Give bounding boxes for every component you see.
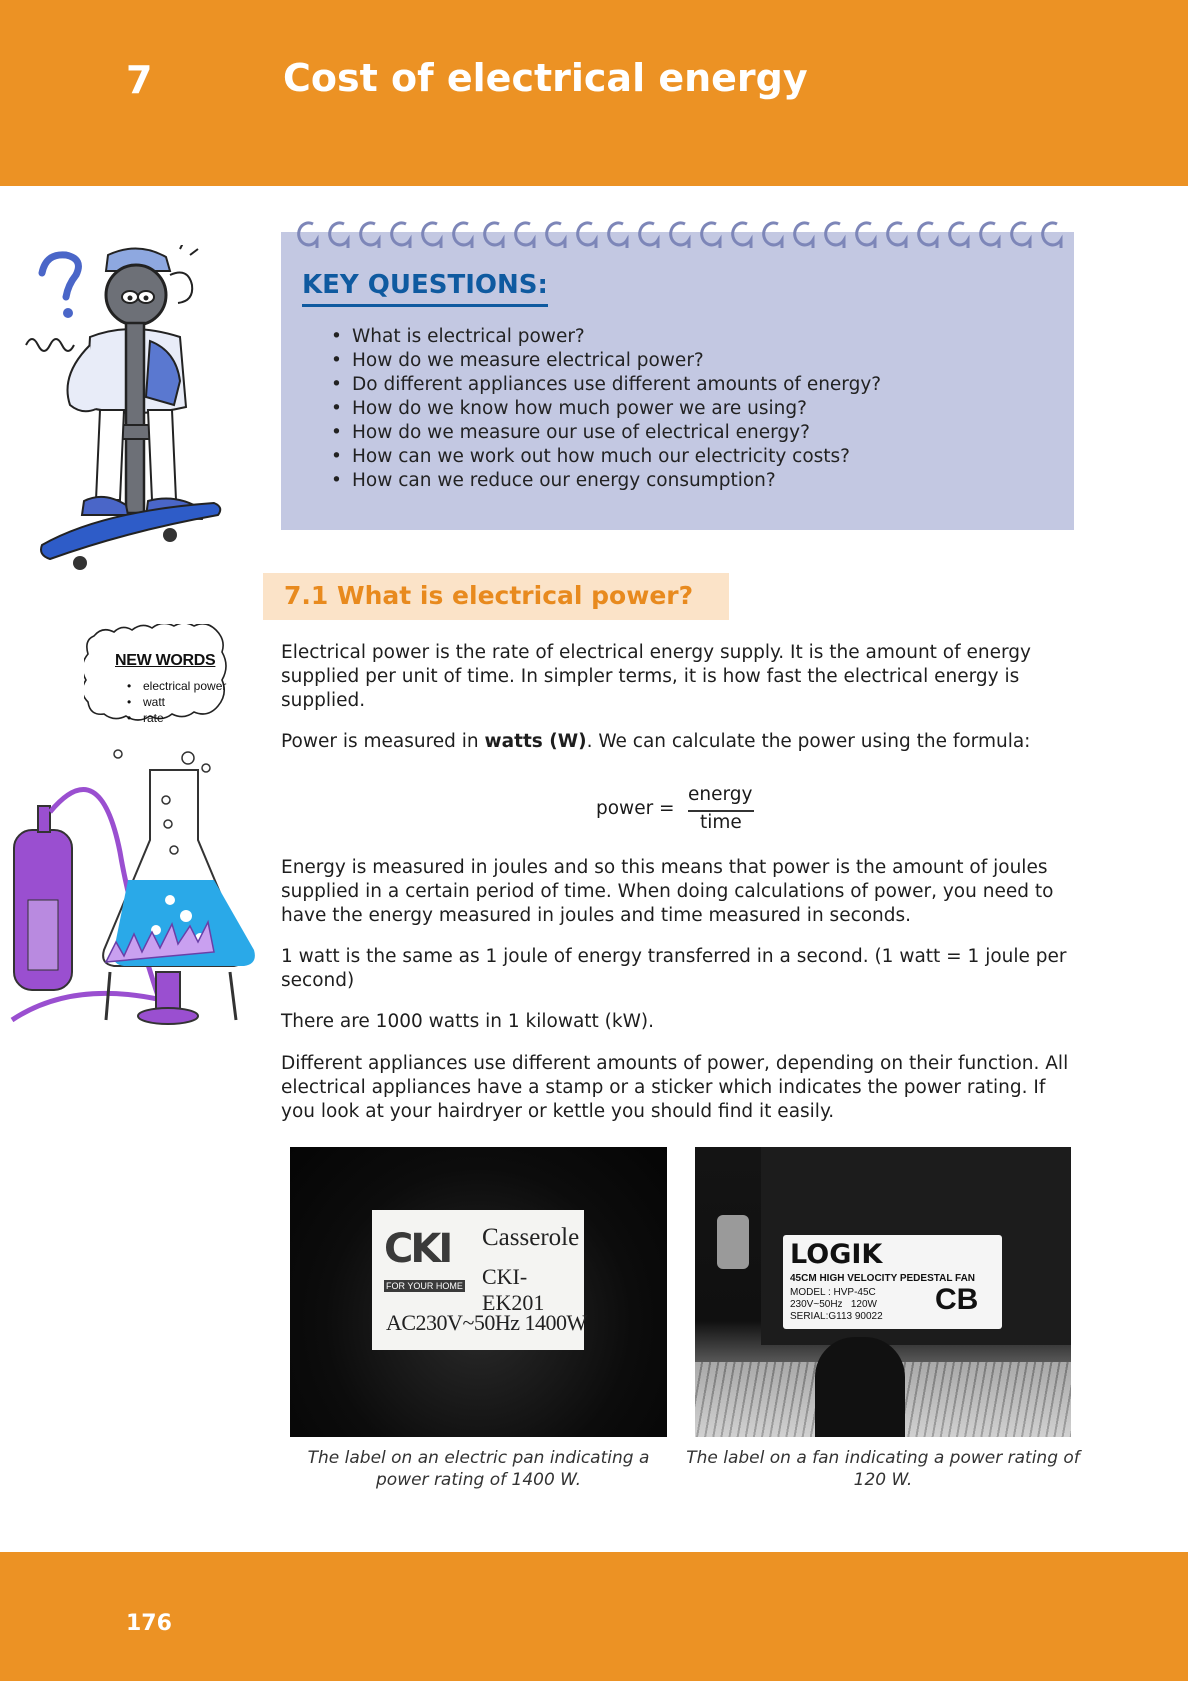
spiral-ring [948,221,970,248]
chapter-title: Cost of electrical energy [283,56,808,100]
spiral-ring [576,221,598,248]
cb-mark: CB [935,1283,979,1316]
key-question-item: How can we reduce our energy consumption… [331,469,881,493]
spiral-ring [452,221,474,248]
key-questions-list: What is electrical power? How do we meas… [331,325,881,493]
key-question-item: How can we work out how much our electri… [331,445,881,469]
page-footer [0,1552,1188,1681]
fan-knob [717,1215,749,1269]
spiral-ring [700,221,722,248]
spiral-ring [390,221,412,248]
fan-sticker: LOGIK 45CM HIGH VELOCITY PEDESTAL FAN MO… [783,1235,1002,1329]
page-number: 176 [126,1611,172,1636]
cki-logo: CKI [384,1226,453,1272]
formula-numerator: energy [688,784,753,805]
paragraph-watt-definition: 1 watt is the same as 1 joule of energy … [281,946,1067,991]
new-words-list: electrical power watt rate [127,678,226,726]
key-questions-title: KEY QUESTIONS: [302,270,548,307]
new-word-item: watt [127,694,226,710]
spiral-ring [545,221,567,248]
bold-term-watts: watts (W) [484,731,587,752]
key-question-item: Do different appliances use different am… [331,373,881,397]
paragraph-appliances: Different appliances use different amoun… [281,1053,1069,1122]
spiral-ring [1010,221,1032,248]
fan-rating: 230V~50Hz 120W [790,1299,877,1310]
chapter-number: 7 [126,58,153,102]
fan-serial: SERIAL:G113 90022 [790,1311,883,1322]
spiral-ring [917,221,939,248]
formula-lhs: power = [596,798,675,819]
spiral-ring [762,221,784,248]
notepad-spiral-binding [297,221,1063,248]
paragraph-watts: Power is measured in watts (W). We can c… [281,731,1031,752]
spiral-ring [514,221,536,248]
key-question-item: How do we measure our use of electrical … [331,421,881,445]
key-question-item: What is electrical power? [331,325,881,349]
spiral-ring [483,221,505,248]
spiral-ring [669,221,691,248]
fan-model: MODEL : HVP-45C [790,1287,876,1298]
key-question-item: How do we measure electrical power? [331,349,881,373]
spiral-ring [328,221,350,248]
photo-fan-label: LOGIK 45CM HIGH VELOCITY PEDESTAL FAN MO… [695,1147,1071,1437]
paragraph-definition: Electrical power is the rate of electric… [281,642,1031,711]
new-word-item: rate [127,710,226,726]
spiral-ring [979,221,1001,248]
spiral-ring [638,221,660,248]
key-question-item: How do we know how much power we are usi… [331,397,881,421]
spiral-ring [731,221,753,248]
key-character-illustration [25,245,222,570]
spiral-ring [1041,221,1063,248]
new-word-item: electrical power [127,678,226,694]
section-heading: 7.1 What is electrical power? [284,581,694,610]
spiral-ring [886,221,908,248]
paragraph-kilowatt: There are 1000 watts in 1 kilowatt (kW). [281,1011,655,1032]
paragraph-joules: Energy is measured in joules and so this… [281,857,1054,926]
spiral-ring [297,221,319,248]
label-rating: AC230V~50Hz 1400W [386,1310,587,1335]
spiral-ring [359,221,381,248]
photo-casserole-label: CKI FOR YOUR HOME Casserole CKI-EK201 AC… [290,1147,667,1437]
spiral-ring [855,221,877,248]
label-model: CKI-EK201 [482,1264,545,1315]
spiral-ring [421,221,443,248]
formula-denominator: time [700,812,742,833]
spiral-ring [793,221,815,248]
new-words-title: NEW WORDS [115,652,216,669]
spiral-ring [607,221,629,248]
casserole-sticker: CKI FOR YOUR HOME Casserole CKI-EK201 AC… [372,1210,587,1350]
flask-burner-illustration [10,749,255,1025]
label-product: Casserole [482,1224,580,1251]
cki-tagline: FOR YOUR HOME [384,1280,465,1292]
caption-fan: The label on a fan indicating a power ra… [686,1448,1080,1490]
spiral-ring [824,221,846,248]
caption-casserole: The label on an electric pan indicating … [307,1448,650,1490]
fan-post [815,1337,905,1437]
logik-logo: LOGIK [790,1239,883,1270]
